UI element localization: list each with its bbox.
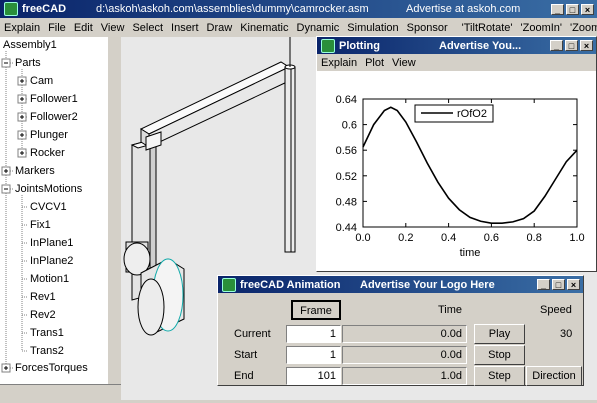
step-button[interactable]: Step	[474, 366, 525, 386]
tree-node-parts[interactable]: Parts	[15, 57, 41, 69]
file-path: d:\askoh\askoh.com\assemblies\dummy\camr…	[96, 3, 369, 15]
menu-zoom-out[interactable]: 'ZoomOut'	[566, 22, 597, 34]
direction-button[interactable]: Direction	[526, 366, 582, 386]
current-time-field: 0.0d	[342, 325, 467, 343]
plot-title: Plotting	[339, 39, 380, 52]
plot-maximize-icon[interactable]: □	[565, 40, 578, 51]
frame-button[interactable]: Frame	[291, 300, 341, 320]
y-tick-label: 0.64	[336, 94, 357, 106]
speed-header: Speed	[540, 304, 572, 316]
main-menu-bar: Explain File Edit View Select Insert Dra…	[0, 18, 597, 37]
menu-draw[interactable]: Draw	[203, 22, 237, 34]
plot-close-icon[interactable]: ×	[580, 40, 593, 51]
plot-area: 0.64 0.6 0.56 0.52 0.48 0.440.0 0.2 0.4 0.6 0.8 1.…	[317, 71, 596, 271]
tree-node-cvcv1[interactable]: CVCV1	[30, 201, 67, 213]
start-frame-field[interactable]: 1	[286, 346, 341, 364]
x-tick-label: 1.0	[569, 232, 584, 244]
title-advert: Advertise at askoh.com	[406, 3, 521, 15]
tree-node-markers[interactable]: Markers	[15, 165, 55, 177]
tree-node-joints-motions[interactable]: JointsMotions	[15, 183, 82, 195]
plot-menu-plot[interactable]: Plot	[361, 57, 388, 69]
menu-file[interactable]: File	[44, 22, 70, 34]
legend-label: rOfO2	[457, 108, 487, 120]
menu-dynamic[interactable]: Dynamic	[293, 22, 344, 34]
tree-node-trans1[interactable]: Trans1	[30, 327, 64, 339]
tree-node-fix1[interactable]: Fix1	[30, 219, 51, 231]
main-title-bar: freeCAD d:\askoh\askoh.com\assemblies\du…	[0, 0, 597, 18]
anim-advert: Advertise Your Logo Here	[360, 278, 495, 291]
time-header: Time	[438, 304, 463, 316]
tree-node-forces-torques[interactable]: ForcesTorques	[15, 362, 88, 374]
menu-zoom-in[interactable]: 'ZoomIn'	[517, 22, 567, 34]
plot-menu-bar: Explain Plot View	[317, 54, 596, 71]
anim-maximize-icon[interactable]: □	[552, 279, 565, 290]
tree-node-inplane2[interactable]: InPlane2	[30, 255, 73, 267]
plot-minimize-icon[interactable]: _	[550, 40, 563, 51]
tree-node-assembly1[interactable]: Assembly1	[3, 39, 57, 51]
start-time-field: 0.0d	[342, 346, 467, 364]
play-button[interactable]: Play	[474, 324, 525, 344]
x-tick-label: 0.6	[484, 232, 499, 244]
end-frame-field[interactable]: 101	[286, 367, 341, 385]
start-label: Start	[234, 349, 258, 361]
current-frame-field[interactable]: 1	[286, 325, 341, 343]
app-icon	[4, 2, 18, 16]
menu-tilt-rotate[interactable]: 'TiltRotate'	[458, 22, 517, 34]
assembly-tree[interactable]: Assembly1 Parts Cam Follower1 Follower2 …	[0, 37, 108, 384]
x-tick-label: 0.2	[398, 232, 413, 244]
x-tick-label: 0.8	[527, 232, 542, 244]
end-label: End	[234, 370, 254, 382]
y-tick-label: 0.52	[336, 171, 357, 183]
tree-node-rocker[interactable]: Rocker	[30, 147, 65, 159]
menu-insert[interactable]: Insert	[167, 22, 203, 34]
anim-close-icon[interactable]: ×	[567, 279, 580, 290]
end-time-field: 1.0d	[342, 367, 467, 385]
tree-node-follower1[interactable]: Follower1	[30, 93, 78, 105]
plot-menu-explain[interactable]: Explain	[317, 57, 361, 69]
menu-select[interactable]: Select	[128, 22, 167, 34]
tree-node-plunger[interactable]: Plunger	[30, 129, 68, 141]
menu-kinematic[interactable]: Kinematic	[236, 22, 292, 34]
anim-title-bar: freeCAD Animation Advertise Your Logo He…	[218, 276, 583, 293]
anim-minimize-icon[interactable]: _	[537, 279, 550, 290]
current-label: Current	[234, 328, 271, 340]
minimize-icon[interactable]: _	[551, 3, 564, 15]
anim-app-icon	[222, 277, 236, 292]
x-tick-label: 0.0	[355, 232, 370, 244]
menu-simulation[interactable]: Simulation	[343, 22, 402, 34]
menu-edit[interactable]: Edit	[70, 22, 97, 34]
plotting-window[interactable]: Plotting Advertise You... _ □ × Explain …	[316, 36, 597, 272]
app-title: freeCAD	[22, 3, 67, 15]
plot-advert: Advertise You...	[439, 39, 522, 52]
menu-sponsor[interactable]: Sponsor	[403, 22, 452, 34]
plot-title-bar: Plotting Advertise You... _ □ ×	[317, 37, 596, 54]
tree-node-cam[interactable]: Cam	[30, 75, 53, 87]
x-axis-label: time	[460, 247, 481, 259]
y-tick-label: 0.48	[336, 196, 357, 208]
tree-node-inplane1[interactable]: InPlane1	[30, 237, 73, 249]
anim-title: freeCAD Animation	[240, 278, 341, 291]
tree-node-rev1[interactable]: Rev1	[30, 291, 56, 303]
x-tick-label: 0.4	[441, 232, 456, 244]
close-icon[interactable]: ×	[581, 3, 594, 15]
plot-menu-view[interactable]: View	[388, 57, 420, 69]
tree-node-motion1[interactable]: Motion1	[30, 273, 69, 285]
speed-value[interactable]: 30	[560, 328, 572, 340]
tree-node-trans2[interactable]: Trans2	[30, 345, 64, 357]
maximize-icon[interactable]: □	[566, 3, 579, 15]
y-tick-label: 0.44	[336, 222, 357, 234]
tree-node-follower2[interactable]: Follower2	[30, 111, 78, 123]
menu-explain[interactable]: Explain	[0, 22, 44, 34]
stop-button[interactable]: Stop	[474, 345, 525, 365]
tree-splitter[interactable]	[107, 37, 122, 384]
menu-view[interactable]: View	[97, 22, 129, 34]
animation-window[interactable]: freeCAD Animation Advertise Your Logo He…	[217, 275, 584, 386]
tree-horizontal-scrollbar[interactable]	[0, 384, 121, 401]
tree-node-rev2[interactable]: Rev2	[30, 309, 56, 321]
y-tick-label: 0.56	[336, 145, 357, 157]
y-tick-label: 0.6	[342, 120, 357, 132]
plot-app-icon	[321, 38, 335, 53]
